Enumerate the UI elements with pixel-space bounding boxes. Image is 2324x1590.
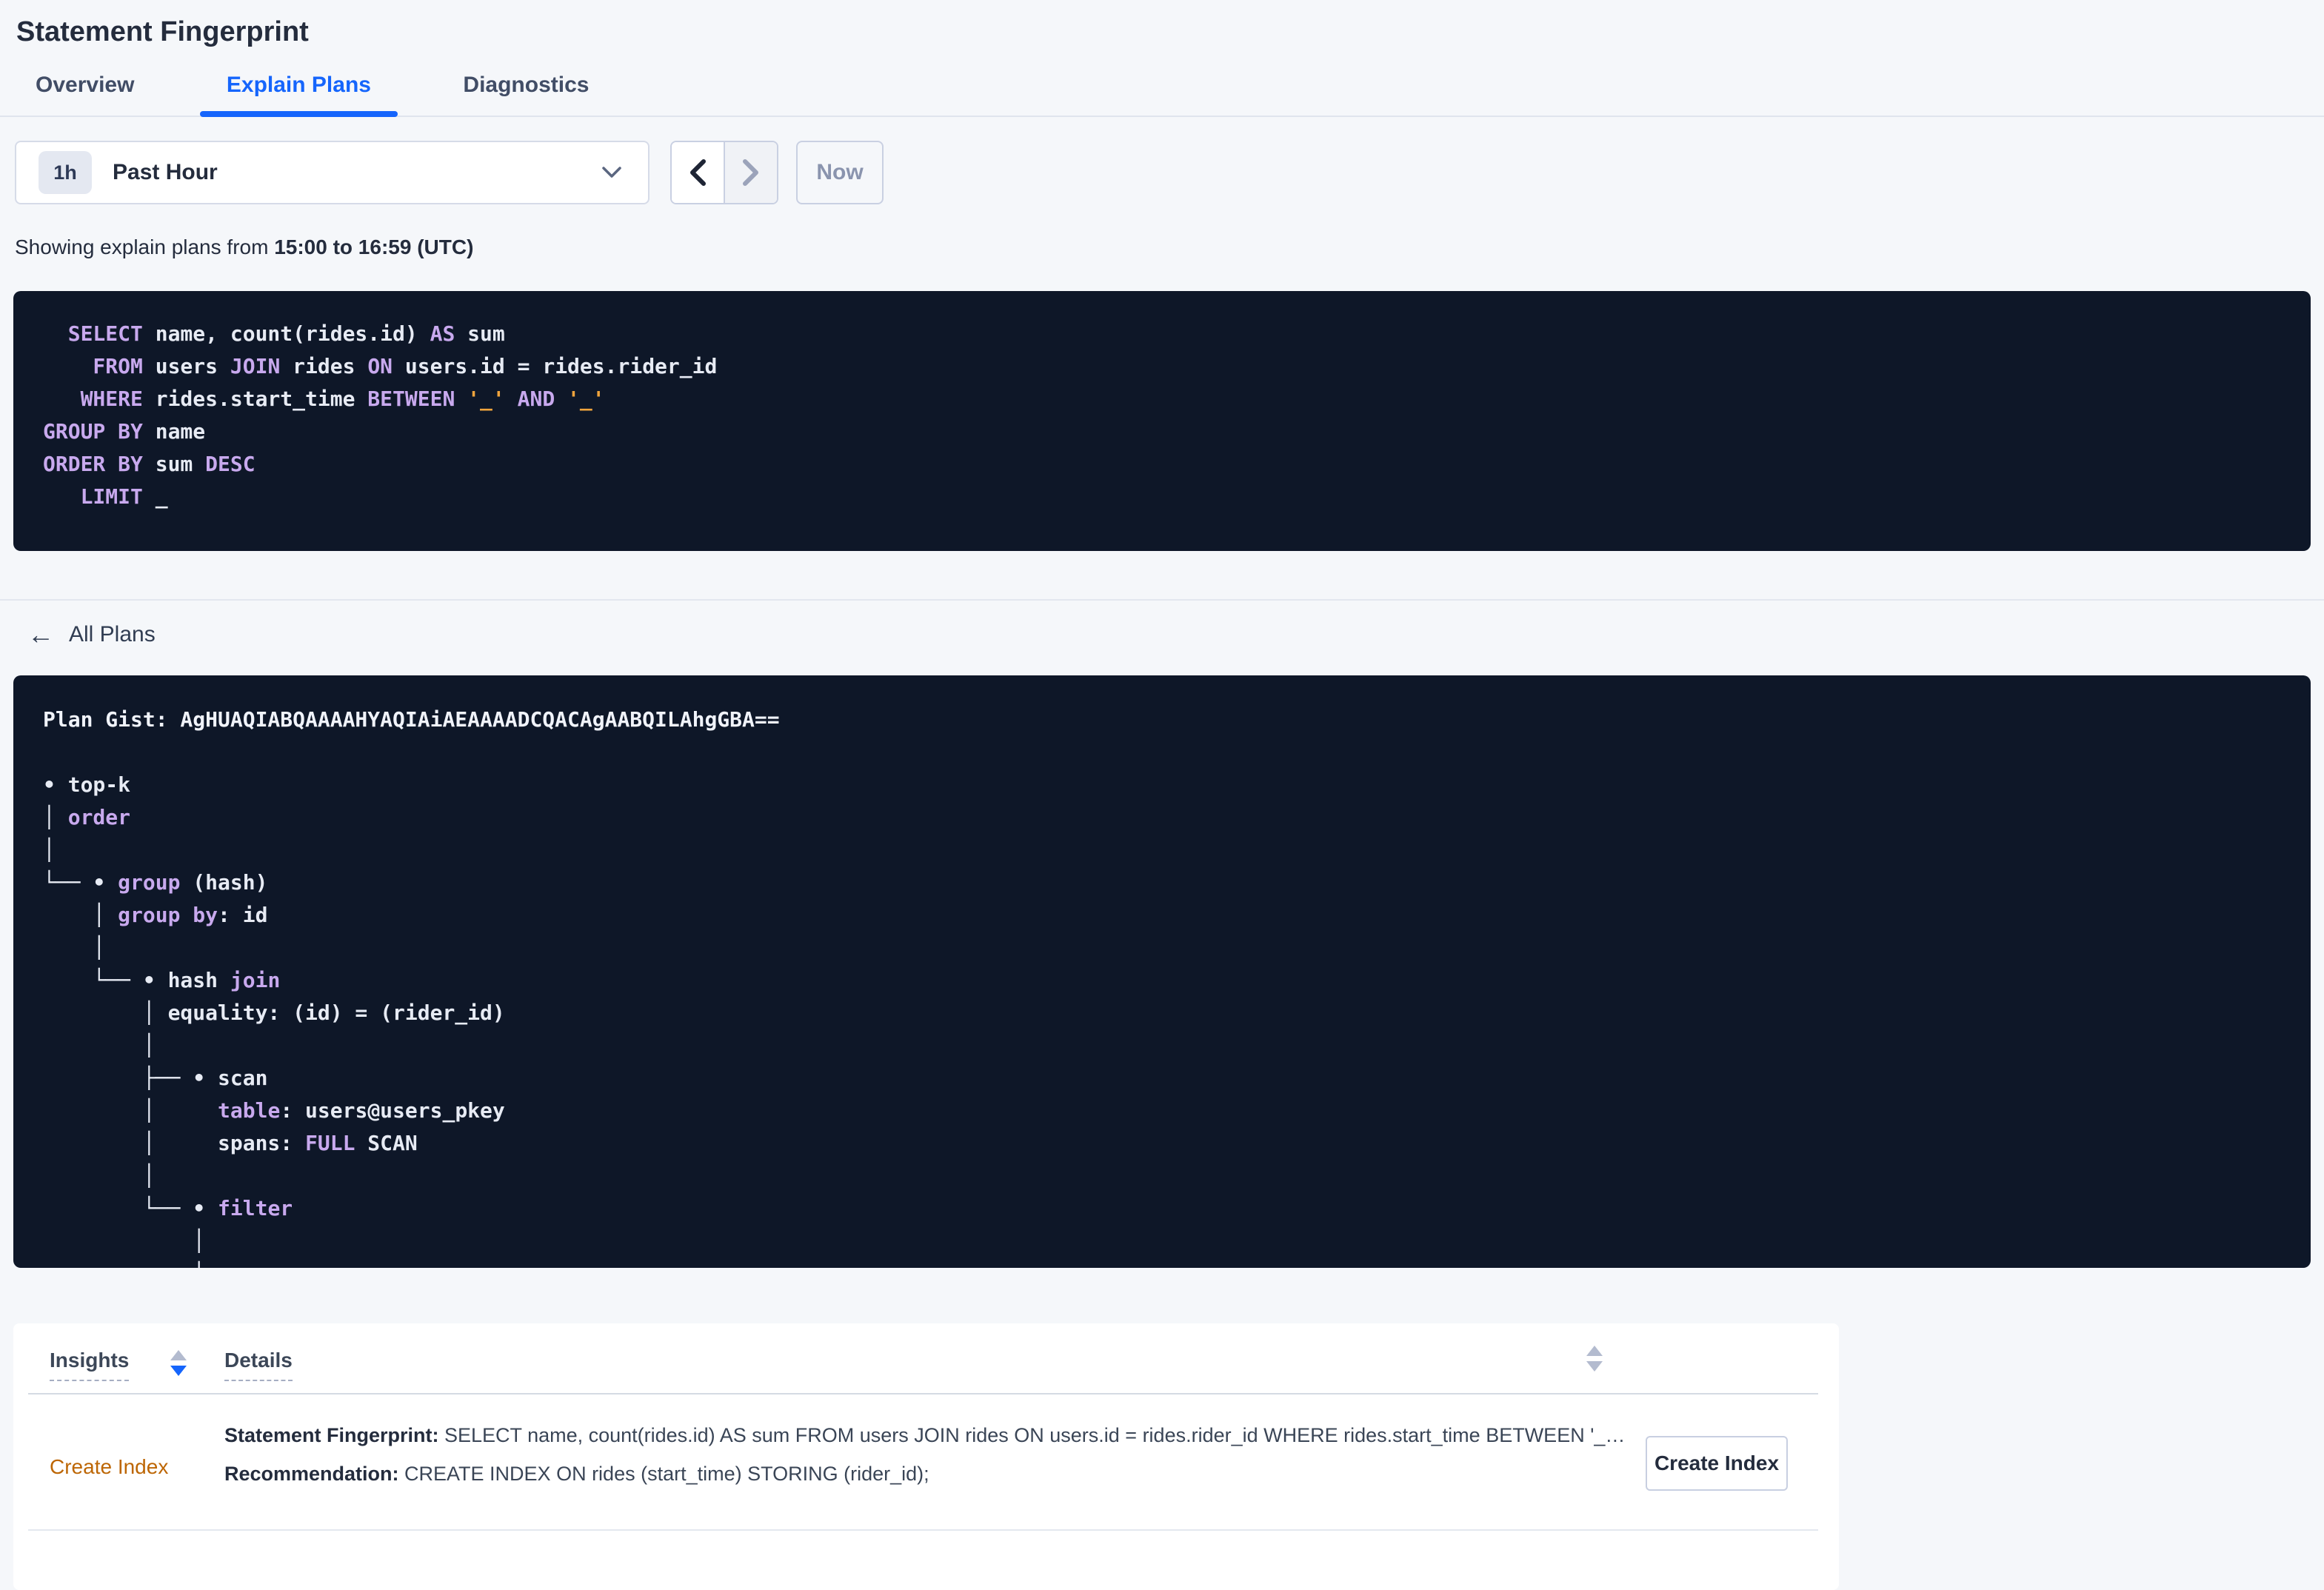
time-range-label: Past Hour [113,160,218,184]
sort-down-icon [170,1366,187,1376]
all-plans-label: All Plans [69,622,156,647]
statement-sql-panel: SELECT name, count(rides.id) AS sum FROM… [13,291,2311,551]
statement-fingerprint-label: Statement Fingerprint: [224,1424,439,1446]
tab-diagnostics[interactable]: Diagnostics [436,55,615,116]
previous-time-button[interactable] [672,142,725,203]
chevron-right-icon [741,158,761,187]
tab-bar: Overview Explain Plans Diagnostics [0,55,2324,117]
sort-icon-insights[interactable] [170,1350,187,1376]
time-interval-badge: 1h [39,151,92,194]
sort-down-icon [1586,1361,1603,1372]
showing-range-bold: 15:00 to 16:59 (UTC) [274,236,474,258]
insights-table-card: Insights Details Create Index Statement … [13,1323,1839,1590]
all-plans-back-link[interactable]: ← All Plans [27,619,156,649]
recommendation-label: Recommendation: [224,1463,399,1485]
tab-explain-plans[interactable]: Explain Plans [199,55,398,117]
statement-fingerprint-text: SELECT name, count(rides.id) AS sum FROM… [438,1424,1626,1446]
now-button[interactable]: Now [796,141,884,204]
chevron-down-icon [601,166,623,179]
column-header-insights[interactable]: Insights [50,1349,130,1381]
tab-overview[interactable]: Overview [9,55,161,116]
create-index-button[interactable]: Create Index [1646,1436,1788,1491]
insights-table-header: Insights Details [28,1323,1818,1394]
details-header-label: Details [224,1349,293,1381]
chevron-left-icon [688,158,707,187]
insight-type-link[interactable]: Create Index [50,1455,168,1479]
sort-up-icon [1586,1346,1603,1356]
insights-header-label: Insights [50,1349,130,1381]
recommendation-detail: Recommendation: CREATE INDEX ON rides (s… [224,1463,929,1486]
sort-up-icon [170,1350,187,1360]
showing-prefix: Showing explain plans from [15,236,275,258]
next-time-button[interactable] [725,142,777,203]
showing-range-text: Showing explain plans from 15:00 to 16:5… [15,236,473,259]
section-divider [0,599,2324,601]
plan-gist-panel: Plan Gist: AgHUAQIABQAAAAHYAQIAiAEAAAADC… [13,675,2311,1268]
column-header-details[interactable]: Details [224,1349,293,1381]
table-row: Create Index Statement Fingerprint: SELE… [28,1394,1818,1531]
statement-fingerprint-detail: Statement Fingerprint: SELECT name, coun… [224,1424,1625,1447]
recommendation-text: CREATE INDEX ON rides (start_time) STORI… [398,1463,929,1485]
time-range-dropdown[interactable]: 1h Past Hour [15,141,650,204]
arrow-left-icon: ← [27,619,54,649]
page-title: Statement Fingerprint [16,16,309,48]
time-nav-group [670,141,778,204]
sort-icon-details[interactable] [1586,1346,1603,1372]
